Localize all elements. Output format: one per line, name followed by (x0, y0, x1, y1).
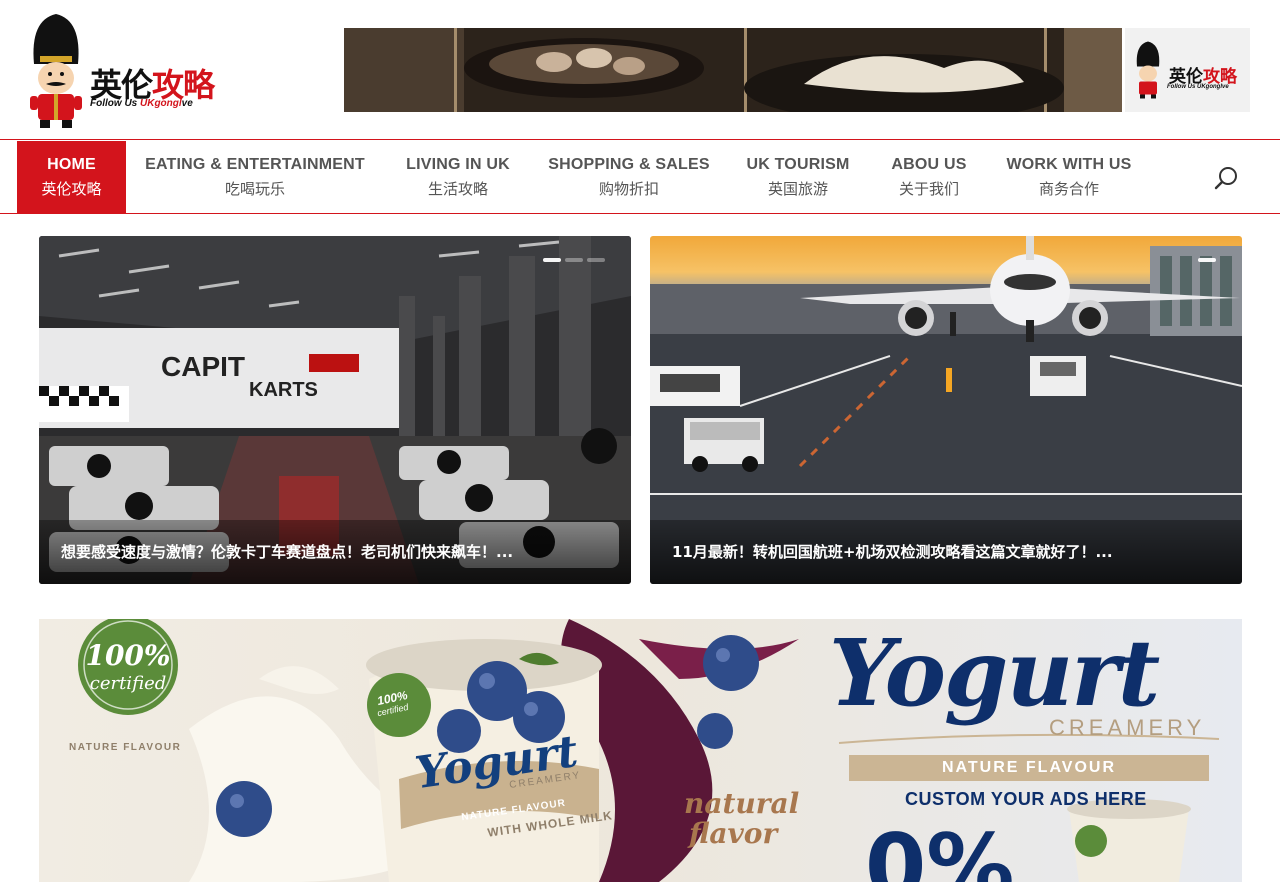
nav-item-label-cn: 英国旅游 (767, 180, 828, 198)
slider-dot-1[interactable] (1198, 258, 1216, 262)
ad-creamery-text: CREAMERY (1049, 715, 1206, 740)
nav-item-label-cn: 商务合作 (1038, 180, 1099, 198)
featured-card-flights[interactable]: 11月最新！转机回国航班+机场双检测攻略看这篇文章就好了！... (650, 236, 1242, 584)
slider-dots (1198, 258, 1216, 262)
ad-big-percent: 0% (865, 815, 1015, 882)
site-logo[interactable]: 英伦攻略 Follow Us UKgonglve (26, 12, 236, 130)
nav-item-uk-tourism[interactable]: UK TOURISM 英国旅游 (739, 141, 857, 213)
slider-dot-3[interactable] (587, 258, 605, 262)
nature-flavour-left: NATURE FLAVOUR (69, 742, 182, 753)
banner-ad-logo[interactable]: 英伦攻略 Follow Us UKgonglve (1125, 28, 1250, 112)
logo-text-en: Follow Us UKgonglve (90, 98, 193, 109)
nav-item-label-en: UK TOURISM (746, 156, 850, 173)
nav-item-label-cn: 关于我们 (898, 180, 959, 198)
nav-item-about-us[interactable]: ABOU US 关于我们 (884, 141, 974, 213)
nav-item-shopping-sales[interactable]: SHOPPING & SALES 购物折扣 (545, 141, 713, 213)
ad-ribbon: NATURE FLAVOUR (849, 755, 1209, 781)
featured-card-caption[interactable]: 11月最新！转机回国航班+机场双检测攻略看这篇文章就好了！... (672, 541, 1220, 562)
nav-item-eating-entertainment[interactable]: EATING & ENTERTAINMENT 吃喝玩乐 (140, 141, 370, 213)
natural-text: natural (684, 787, 800, 820)
certified-badge-word: certified (89, 673, 167, 694)
guard-mascot-small-icon (1136, 41, 1160, 99)
search-button[interactable] (1212, 164, 1240, 192)
banner-food-image (344, 28, 1122, 112)
featured-card-karting[interactable]: CAPIT KARTS 想要感受速度与激情？伦敦卡丁车赛道盘点！老司机们快来飙车… (39, 236, 631, 584)
nav-item-label-cn: 购物折扣 (598, 180, 659, 198)
nav-item-label-en: LIVING IN UK (406, 156, 510, 173)
nav-item-label-en: WORK WITH US (1006, 156, 1132, 173)
nav-item-label-en: EATING & ENTERTAINMENT (145, 156, 365, 173)
slider-dot-1[interactable] (543, 258, 561, 262)
guard-mascot-icon (30, 14, 82, 128)
ad-brand-heading: Yogurt (829, 619, 1160, 727)
nav-item-label-cn: 生活攻略 (427, 180, 488, 198)
karting-sign-text-a: CAPIT (161, 351, 245, 382)
nav-item-living-in-uk[interactable]: LIVING IN UK 生活攻略 (395, 141, 521, 213)
banner-ad-logo-en: Follow Us UKgonglve (1167, 84, 1229, 90)
main-nav: HOME 英伦攻略 EATING & ENTERTAINMENT 吃喝玩乐 LI… (0, 139, 1280, 214)
nav-item-home[interactable]: HOME 英伦攻略 (17, 141, 126, 213)
nav-item-work-with-us[interactable]: WORK WITH US 商务合作 (998, 141, 1140, 213)
karting-sign-text-b: KARTS (249, 379, 318, 401)
slider-dot-2[interactable] (565, 258, 583, 262)
header-banner-ad[interactable] (344, 28, 1122, 112)
nav-item-label-cn: 英伦攻略 (41, 180, 102, 198)
nav-item-label-cn: 吃喝玩乐 (224, 180, 285, 198)
slider-dots (543, 258, 605, 262)
yogurt-ad-banner[interactable]: 100% certified NATURE FLAVOUR 100% certi… (39, 619, 1242, 882)
ad-custom-text: CUSTOM YOUR ADS HERE (905, 789, 1147, 809)
nav-item-label-en: HOME (47, 156, 96, 173)
search-icon (1214, 167, 1237, 190)
nav-item-label-en: ABOU US (891, 156, 967, 173)
site-header: 英伦攻略 Follow Us UKgonglve 英伦攻略 Follow Us … (0, 0, 1280, 140)
featured-card-caption[interactable]: 想要感受速度与激情？伦敦卡丁车赛道盘点！老司机们快来飙车！... (61, 541, 609, 562)
flavor-text: flavor (689, 817, 778, 850)
certified-badge-percent: 100% (85, 639, 171, 672)
nav-item-label-en: SHOPPING & SALES (548, 156, 710, 173)
